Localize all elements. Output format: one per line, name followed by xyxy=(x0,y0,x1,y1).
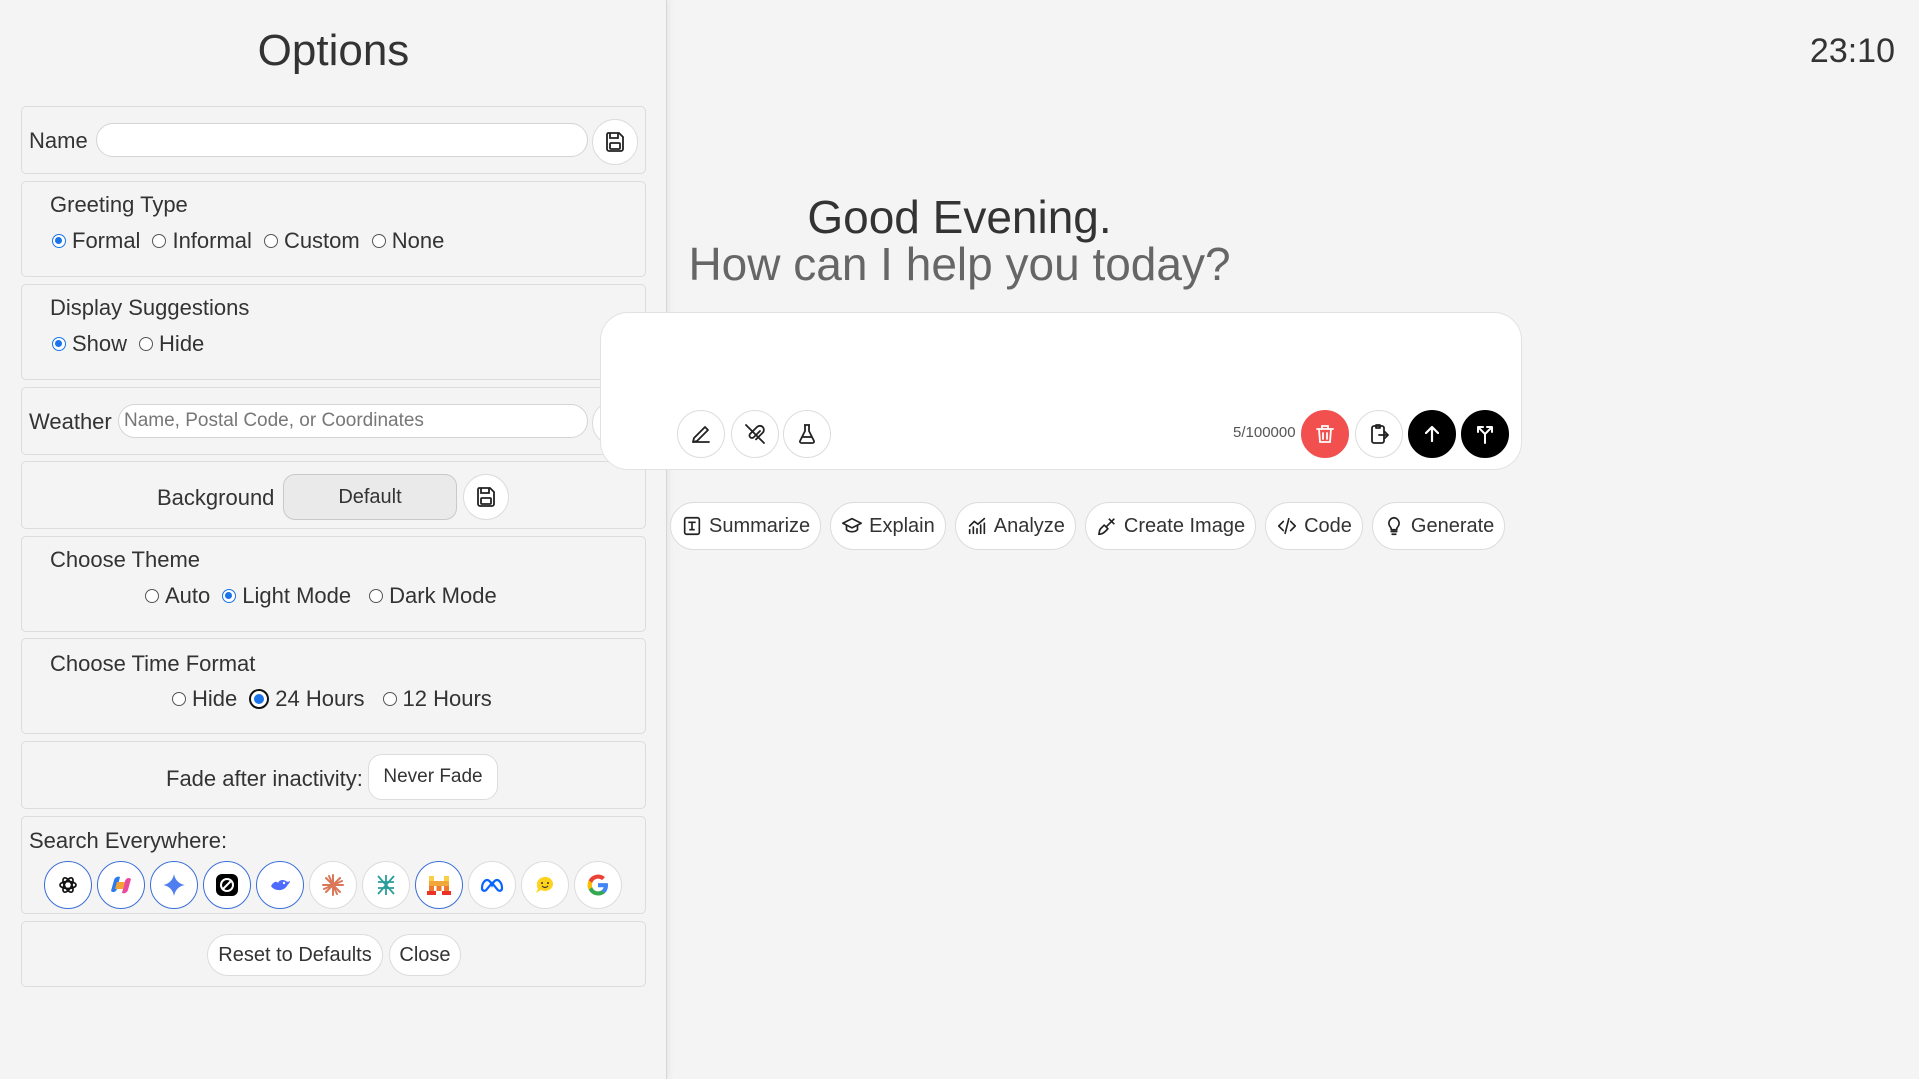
suggestion-code[interactable]: Code xyxy=(1265,502,1363,550)
meta-ai-icon xyxy=(480,878,504,892)
edit-button[interactable] xyxy=(677,410,725,458)
close-button[interactable]: Close xyxy=(389,934,461,976)
split-arrow-icon xyxy=(1477,426,1493,444)
suggestion-bar: Summarize Explain Analyze Create Image C… xyxy=(670,502,1514,550)
lab-button[interactable] xyxy=(783,410,831,458)
name-input[interactable] xyxy=(96,123,588,157)
name-label: Name xyxy=(29,128,88,153)
clear-button[interactable] xyxy=(1301,410,1349,458)
google-icon xyxy=(587,874,608,896)
branch-button[interactable] xyxy=(1461,410,1509,458)
arrow-up-icon xyxy=(1424,425,1440,443)
background-default-button[interactable]: Default xyxy=(283,474,457,520)
perplexity-icon xyxy=(216,874,238,896)
weather-label: Weather xyxy=(29,409,112,434)
suggestion-summarize[interactable]: Summarize xyxy=(670,502,822,550)
engine-grok-button[interactable] xyxy=(362,861,410,909)
theme-section: Choose Theme Auto Light Mode Dark Mode xyxy=(21,536,646,632)
engine-meta-ai-button[interactable] xyxy=(468,861,516,909)
fade-section: Fade after inactivity: Never Fade xyxy=(21,741,646,809)
claude-icon xyxy=(322,874,344,896)
display-suggestions-radios: Show Hide xyxy=(52,331,216,357)
time-format-section: Choose Time Format Hide 24 Hours 12 Hour… xyxy=(21,638,646,734)
weather-section: Weather xyxy=(21,387,646,455)
character-count: 5/100000 xyxy=(1233,424,1296,441)
theme-radios: Auto Light Mode Dark Mode xyxy=(145,583,509,609)
background-save-button[interactable] xyxy=(463,474,509,520)
display-suggestions-section: Display Suggestions Show Hide xyxy=(21,284,646,380)
time-24h-radio[interactable]: 24 Hours xyxy=(249,686,365,712)
background-label: Background xyxy=(157,485,275,510)
suggestion-analyze[interactable]: Analyze xyxy=(954,502,1076,550)
engine-deepseek-button[interactable] xyxy=(256,861,304,909)
greeting-line2: How can I help you today? xyxy=(688,238,1231,290)
engine-claude-button[interactable] xyxy=(309,861,357,909)
graduation-cap-icon xyxy=(842,517,863,533)
greeting-subheading: How can I help you today? xyxy=(0,237,1919,291)
clipboard-icon xyxy=(1371,424,1389,444)
huggingchat-icon xyxy=(536,876,553,893)
attach-button[interactable] xyxy=(731,410,779,458)
display-suggestions-title: Display Suggestions xyxy=(50,295,250,320)
engine-perplexity-button[interactable] xyxy=(203,861,251,909)
copilot-icon xyxy=(111,876,131,894)
document-icon xyxy=(683,516,701,536)
paste-button[interactable] xyxy=(1355,410,1403,458)
clock: 23:10 xyxy=(1809,32,1895,70)
theme-dark-radio[interactable]: Dark Mode xyxy=(369,583,497,609)
time-format-title: Choose Time Format xyxy=(50,651,256,676)
actions-section: Reset to Defaults Close xyxy=(21,921,646,987)
flask-icon xyxy=(799,424,815,444)
engine-huggingchat-button[interactable] xyxy=(521,861,569,909)
time-format-radios: Hide 24 Hours 12 Hours xyxy=(172,686,504,712)
fade-never-button[interactable]: Never Fade xyxy=(368,754,498,800)
search-everywhere-label: Search Everywhere: xyxy=(29,828,228,853)
mistral-icon xyxy=(427,876,451,895)
engine-chatgpt-button[interactable] xyxy=(44,861,92,909)
suggestion-generate[interactable]: Generate xyxy=(1371,502,1506,550)
options-panel: Options Name Greeting Type Formal Inform… xyxy=(0,0,667,1079)
engine-copilot-button[interactable] xyxy=(97,861,145,909)
search-everywhere-section: Search Everywhere: xyxy=(21,816,646,914)
background-section: Background Default xyxy=(21,461,646,529)
save-icon xyxy=(477,487,495,507)
greeting-heading: Good Evening. xyxy=(0,190,1919,244)
suggestion-create-image[interactable]: Create Image xyxy=(1084,502,1257,550)
time-hide-radio[interactable]: Hide xyxy=(172,686,237,712)
reset-defaults-button[interactable]: Reset to Defaults xyxy=(207,934,383,976)
code-icon xyxy=(1278,517,1297,535)
name-save-button[interactable] xyxy=(592,119,638,165)
send-button[interactable] xyxy=(1408,410,1456,458)
paintbrush-icon xyxy=(1097,518,1115,536)
save-icon xyxy=(606,132,624,152)
theme-auto-radio[interactable]: Auto xyxy=(145,583,210,609)
trash-icon xyxy=(1316,425,1334,443)
engine-mistral-button[interactable] xyxy=(415,861,463,909)
grok-icon xyxy=(377,875,395,895)
theme-light-radio[interactable]: Light Mode xyxy=(222,583,351,609)
fade-label: Fade after inactivity: xyxy=(166,766,363,791)
deepseek-icon xyxy=(271,879,290,891)
name-section: Name xyxy=(21,106,646,174)
theme-title: Choose Theme xyxy=(50,547,201,572)
suggestions-show-radio[interactable]: Show xyxy=(52,331,127,357)
chart-icon xyxy=(968,517,985,535)
greeting-line1: Good Evening. xyxy=(807,191,1112,243)
engine-google-button[interactable] xyxy=(574,861,622,909)
paperclip-off-icon xyxy=(745,424,765,444)
pencil-icon xyxy=(692,426,710,443)
suggestions-hide-radio[interactable]: Hide xyxy=(139,331,204,357)
engine-list xyxy=(44,861,627,909)
engine-gemini-button[interactable] xyxy=(150,861,198,909)
suggestion-explain[interactable]: Explain xyxy=(830,502,946,550)
chatgpt-icon xyxy=(59,877,77,893)
lightbulb-icon xyxy=(1388,516,1400,536)
weather-input[interactable] xyxy=(118,404,588,438)
options-title: Options xyxy=(257,26,410,75)
gemini-icon xyxy=(163,874,185,896)
time-12h-radio[interactable]: 12 Hours xyxy=(382,686,492,712)
